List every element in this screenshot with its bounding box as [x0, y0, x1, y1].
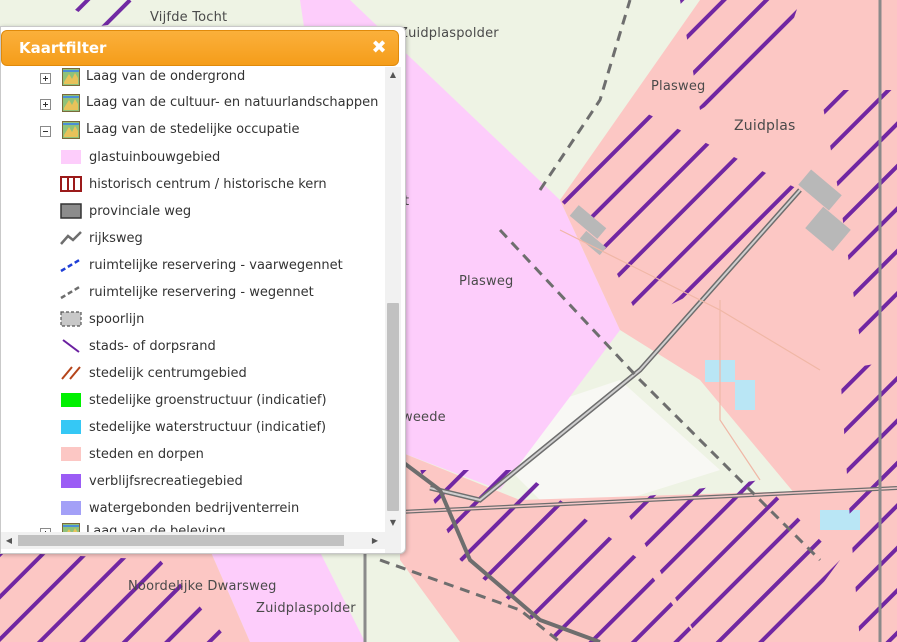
layer-group-cultuur-natuur[interactable]: Laag van de cultuur- en natuurlandschapp…: [1, 93, 385, 119]
fill-swatch-icon: [61, 393, 81, 407]
scrollbar-corner: [385, 532, 401, 549]
fill-swatch-icon: [61, 474, 81, 488]
scroll-down-icon[interactable]: ▼: [385, 515, 401, 531]
collapse-minus-icon[interactable]: [40, 126, 51, 137]
legend-item-label: ruimtelijke reservering - wegennet: [89, 285, 314, 300]
legend-item-label: stedelijke waterstructuur (indicatief): [89, 420, 327, 435]
expand-plus-icon[interactable]: [40, 99, 51, 110]
legend-item[interactable]: watergebonden bedrijventerrein: [1, 498, 385, 524]
map-layer-icon: [62, 68, 80, 86]
map-layer-icon: [62, 94, 80, 112]
horizontal-scroll-thumb[interactable]: [18, 535, 344, 546]
rail-swatch-icon: [60, 311, 82, 327]
layer-group-label: Laag van de cultuur- en natuurlandschapp…: [86, 95, 379, 110]
map-label-zuidplaspolder-north: Zuidplaspolder: [399, 26, 499, 41]
map-label-zuidplas: Zuidplas: [734, 118, 796, 134]
map-label-weede-partial: weede: [402, 410, 446, 425]
map-label-plasweg-center: Plasweg: [459, 274, 514, 289]
legend-item[interactable]: stedelijke groenstructuur (indicatief): [1, 390, 385, 416]
legend-item[interactable]: stads- of dorpsrand: [1, 336, 385, 362]
legend-item[interactable]: rijksweg: [1, 228, 385, 254]
map-label-vijfde-tocht: Vijfde Tocht: [150, 10, 228, 25]
layer-group-ondergrond[interactable]: Laag van de ondergrond: [1, 67, 385, 93]
panel-header[interactable]: Kaartfilter ✖: [1, 30, 399, 66]
legend-item[interactable]: stedelijk centrumgebied: [1, 363, 385, 389]
kaartfilter-panel: Kaartfilter ✖ Laag van de ondergrond Laa…: [0, 26, 406, 554]
horizontal-scrollbar[interactable]: ◀ ▶: [1, 532, 385, 549]
scroll-left-icon[interactable]: ◀: [1, 532, 17, 549]
scroll-right-icon[interactable]: ▶: [367, 532, 383, 549]
legend-item-label: rijksweg: [89, 231, 143, 246]
legend-item[interactable]: verblijfsrecreatiegebied: [1, 471, 385, 497]
expand-plus-icon[interactable]: [40, 73, 51, 84]
legend-item[interactable]: provinciale weg: [1, 201, 385, 227]
map-layer-icon: [62, 121, 80, 139]
legend-item[interactable]: glastuinbouwgebied: [1, 147, 385, 173]
layer-group-label: Laag van de stedelijke occupatie: [86, 122, 300, 137]
diagonal-line-icon: [62, 339, 80, 353]
map-label-noordelijke-dwarsweg: Noordelijke Dwarsweg: [128, 579, 277, 594]
historic-centre-icon: [60, 176, 82, 192]
panel-title: Kaartfilter: [19, 39, 107, 57]
legend-item[interactable]: ruimtelijke reservering - vaarwegennet: [1, 255, 385, 281]
legend-item-label: stads- of dorpsrand: [89, 339, 216, 354]
legend-item[interactable]: ruimtelijke reservering - wegennet: [1, 282, 385, 308]
legend-item-label: watergebonden bedrijventerrein: [89, 501, 300, 516]
close-icon[interactable]: ✖: [369, 37, 389, 59]
legend-item-label: stedelijk centrumgebied: [89, 366, 247, 381]
map-label-plasweg-east: Plasweg: [651, 79, 706, 94]
vertical-scroll-thumb[interactable]: [387, 303, 399, 511]
legend-item-label: glastuinbouwgebied: [89, 150, 221, 165]
layer-tree: Laag van de ondergrond Laag van de cultu…: [1, 67, 385, 553]
zigzag-line-icon: [60, 231, 82, 245]
dashed-line-icon: [60, 284, 82, 300]
vertical-scrollbar[interactable]: ▲ ▼: [385, 67, 401, 553]
map-label-zuidplaspolder-south: Zuidplaspolder: [256, 601, 356, 616]
dashed-line-icon: [60, 257, 82, 273]
double-diagonal-icon: [61, 366, 81, 380]
fill-swatch-icon: [61, 447, 81, 461]
fill-swatch-icon: [61, 150, 81, 164]
legend-item[interactable]: steden en dorpen: [1, 444, 385, 470]
legend-item-label: ruimtelijke reservering - vaarwegennet: [89, 258, 343, 273]
legend-item-label: historisch centrum / historische kern: [89, 177, 327, 192]
road-swatch-icon: [60, 203, 82, 219]
layer-group-stedelijke-occupatie[interactable]: Laag van de stedelijke occupatie: [1, 120, 385, 146]
layer-group-label: Laag van de ondergrond: [86, 69, 246, 84]
legend-item-label: stedelijke groenstructuur (indicatief): [89, 393, 327, 408]
legend-item-label: provinciale weg: [89, 204, 192, 219]
legend-item[interactable]: stedelijke waterstructuur (indicatief): [1, 417, 385, 443]
fill-swatch-icon: [61, 420, 81, 434]
legend-item[interactable]: historisch centrum / historische kern: [1, 174, 385, 200]
legend-item-label: steden en dorpen: [89, 447, 204, 462]
fill-swatch-icon: [61, 501, 81, 515]
scroll-up-icon[interactable]: ▲: [385, 67, 401, 83]
legend-item-label: spoorlijn: [89, 312, 145, 327]
legend-item-label: verblijfsrecreatiegebied: [89, 474, 243, 489]
legend-item[interactable]: spoorlijn: [1, 309, 385, 335]
